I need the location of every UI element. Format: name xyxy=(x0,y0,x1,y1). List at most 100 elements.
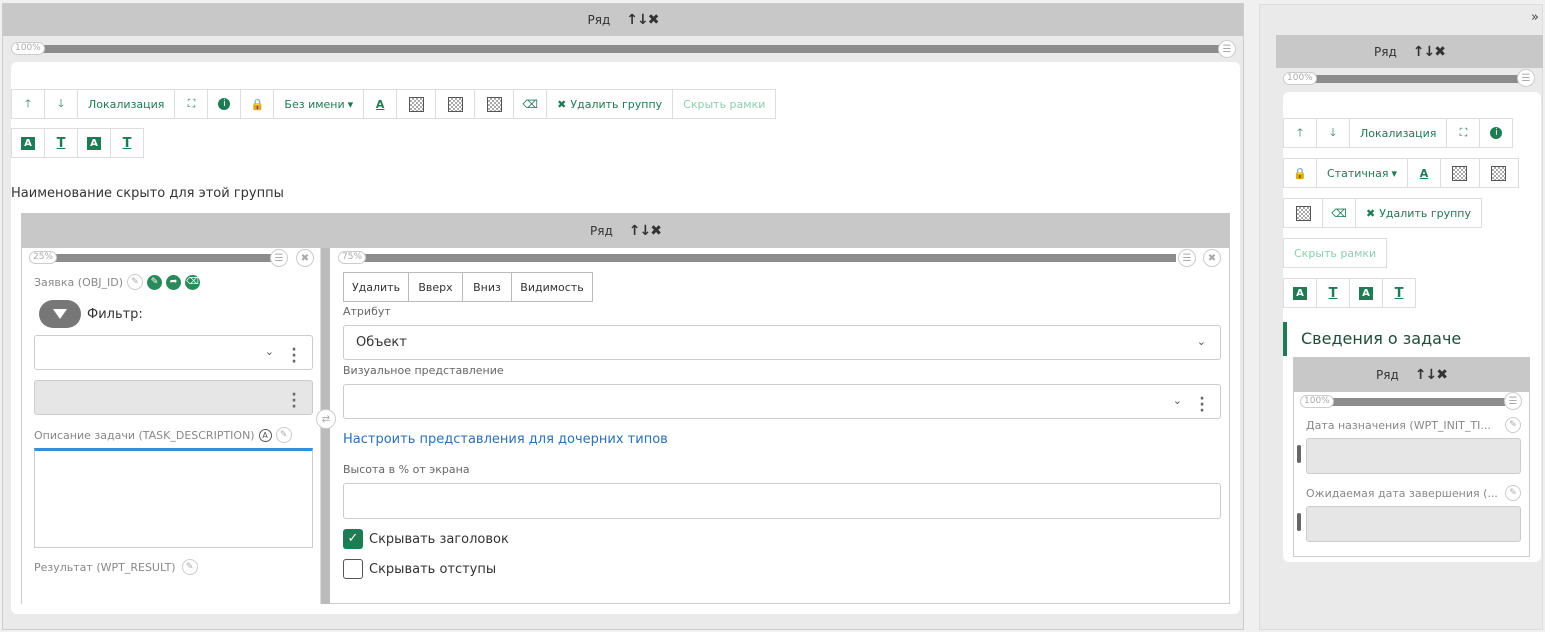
move-up-button[interactable]: 🡑 xyxy=(11,89,45,119)
hide-header-row: ✓ Скрывать заголовок xyxy=(343,529,509,549)
checker-icon xyxy=(447,96,463,112)
static-dropdown[interactable]: Статичная ▾ xyxy=(1316,158,1408,188)
configure-child-types-link[interactable]: Настроить представления для дочерних тип… xyxy=(343,432,668,447)
description-textarea[interactable] xyxy=(34,448,313,548)
eraser-icon[interactable]: ⌫ xyxy=(185,274,201,290)
text-underline-icon: T xyxy=(1394,285,1404,301)
due-date-field[interactable] xyxy=(1297,506,1521,542)
binoculars-button[interactable]: ⛶ xyxy=(1446,118,1481,148)
more-vertical-icon[interactable]: · · · xyxy=(291,343,297,369)
bg-button-2[interactable] xyxy=(1478,158,1519,188)
collapse-button[interactable]: » xyxy=(1531,10,1539,25)
more-vertical-icon[interactable]: · · · xyxy=(291,388,297,414)
close-icon: ✖ xyxy=(557,97,567,111)
info-button[interactable]: i xyxy=(1479,118,1514,148)
request-select[interactable]: ⌄ · · · xyxy=(34,335,313,370)
title-style-button[interactable]: A xyxy=(11,128,45,158)
pencil-icon[interactable]: ✎ xyxy=(147,274,163,290)
width-percent: 75% xyxy=(338,251,367,264)
delete-button[interactable]: Удалить xyxy=(343,272,409,302)
lock-button[interactable]: 🔒 xyxy=(240,89,275,119)
bg-button-2[interactable] xyxy=(435,89,476,119)
move-down-button[interactable]: 🡓 xyxy=(1316,118,1350,148)
edit-icon[interactable]: ✎ xyxy=(1505,417,1521,433)
label-style-button[interactable]: A xyxy=(77,128,111,158)
edit-icon[interactable]: ✎ xyxy=(1505,485,1521,501)
width-bar[interactable] xyxy=(55,254,275,262)
list-icon[interactable]: ☰ xyxy=(1178,249,1196,267)
list-icon[interactable]: ☰ xyxy=(270,249,288,267)
label-text-button[interactable]: T xyxy=(110,128,144,158)
more-vertical-icon[interactable]: · · · xyxy=(1199,392,1205,418)
down-button[interactable]: Вниз xyxy=(462,272,512,302)
label-style-button[interactable]: A xyxy=(1349,278,1383,308)
title-text-button[interactable]: T xyxy=(1316,278,1350,308)
row-title: Ряд xyxy=(1376,367,1399,382)
filter-button[interactable] xyxy=(39,300,81,328)
width-bar[interactable] xyxy=(1323,398,1505,406)
auto-icon[interactable]: A xyxy=(258,428,272,442)
remove-column-icon[interactable]: ✖ xyxy=(296,249,314,267)
delete-group-button[interactable]: ✖ Удалить группу xyxy=(546,89,674,119)
label-text-button[interactable]: T xyxy=(1382,278,1416,308)
move-down-button[interactable]: 🡓 xyxy=(44,89,78,119)
hide-frames-button[interactable]: Скрыть рамки xyxy=(672,89,777,119)
font-color-button[interactable]: A xyxy=(363,89,398,119)
name-dropdown[interactable]: Без имени ▾ xyxy=(273,89,365,119)
row-controls[interactable]: ↑↓✖ xyxy=(629,223,662,239)
row-controls[interactable]: ↑↓✖ xyxy=(1413,44,1446,60)
height-input[interactable] xyxy=(343,483,1221,519)
list-icon[interactable]: ☰ xyxy=(1218,40,1236,58)
checker-icon xyxy=(408,96,424,112)
column-actions: Удалить Вверх Вниз Видимость xyxy=(343,272,593,302)
font-color-icon: A xyxy=(375,97,385,111)
width-bar[interactable] xyxy=(36,45,1220,53)
eraser-button[interactable]: ⌫ xyxy=(513,89,548,119)
bg-button-3[interactable] xyxy=(474,89,515,119)
edit-icon[interactable]: ✎ xyxy=(275,427,292,443)
delete-group-button[interactable]: ✖ Удалить группу xyxy=(1355,198,1482,228)
lock-button[interactable]: 🔒 xyxy=(1283,158,1317,188)
arrow-up-icon: 🡑 xyxy=(25,96,31,110)
hide-padding-checkbox[interactable] xyxy=(343,559,363,579)
title-style-button[interactable]: A xyxy=(1283,278,1317,308)
list-icon[interactable]: ☰ xyxy=(1517,69,1535,87)
bg-button-1[interactable] xyxy=(1439,158,1480,188)
side-toolbar-1: 🡑 🡓 Локализация ⛶ i xyxy=(1283,118,1514,148)
remove-column-icon[interactable]: ✖ xyxy=(1203,249,1221,267)
share-icon[interactable]: ➦ xyxy=(166,274,182,290)
edit-icon[interactable]: ✎ xyxy=(127,274,144,290)
font-color-button[interactable]: A xyxy=(1406,158,1441,188)
hide-frames-button[interactable]: Скрыть рамки xyxy=(1283,238,1388,268)
calendar-icon[interactable] xyxy=(1297,445,1301,463)
title-text-button[interactable]: T xyxy=(44,128,78,158)
width-bar[interactable] xyxy=(1302,75,1518,83)
width-bar[interactable] xyxy=(364,254,1176,262)
filter-label: Фильтр: xyxy=(87,306,143,322)
checker-icon xyxy=(1491,165,1507,181)
row-controls[interactable]: ↑↓✖ xyxy=(626,12,659,28)
visual-select[interactable]: ⌄ · · · xyxy=(343,384,1221,419)
localization-button[interactable]: Локализация xyxy=(77,89,176,119)
info-icon: i xyxy=(218,98,231,110)
eraser-button[interactable]: ⌫ xyxy=(1322,198,1356,228)
swap-icon[interactable]: ⇄ xyxy=(316,409,336,429)
localization-button[interactable]: Локализация xyxy=(1349,118,1448,148)
visibility-button[interactable]: Видимость xyxy=(511,272,593,302)
edit-icon[interactable]: ✎ xyxy=(181,559,198,575)
list-icon[interactable]: ☰ xyxy=(1504,392,1522,410)
bg-button-3[interactable] xyxy=(1283,198,1323,228)
up-button[interactable]: Вверх xyxy=(408,272,463,302)
attribute-select[interactable]: Объект ⌄ xyxy=(343,325,1221,360)
row-controls[interactable]: ↑↓✖ xyxy=(1415,367,1448,383)
move-up-button[interactable]: 🡑 xyxy=(1283,118,1317,148)
bg-button-1[interactable] xyxy=(396,89,437,119)
binoculars-button[interactable]: ⛶ xyxy=(174,89,209,119)
hide-header-checkbox[interactable]: ✓ xyxy=(343,529,363,549)
assign-date-field[interactable] xyxy=(1297,438,1521,474)
row-title: Ряд xyxy=(587,13,611,27)
info-button[interactable]: i xyxy=(207,89,242,119)
calendar-icon[interactable] xyxy=(1297,513,1301,531)
width-percent: 100% xyxy=(11,42,45,55)
side-toolbar-4: Скрыть рамки xyxy=(1283,238,1388,268)
